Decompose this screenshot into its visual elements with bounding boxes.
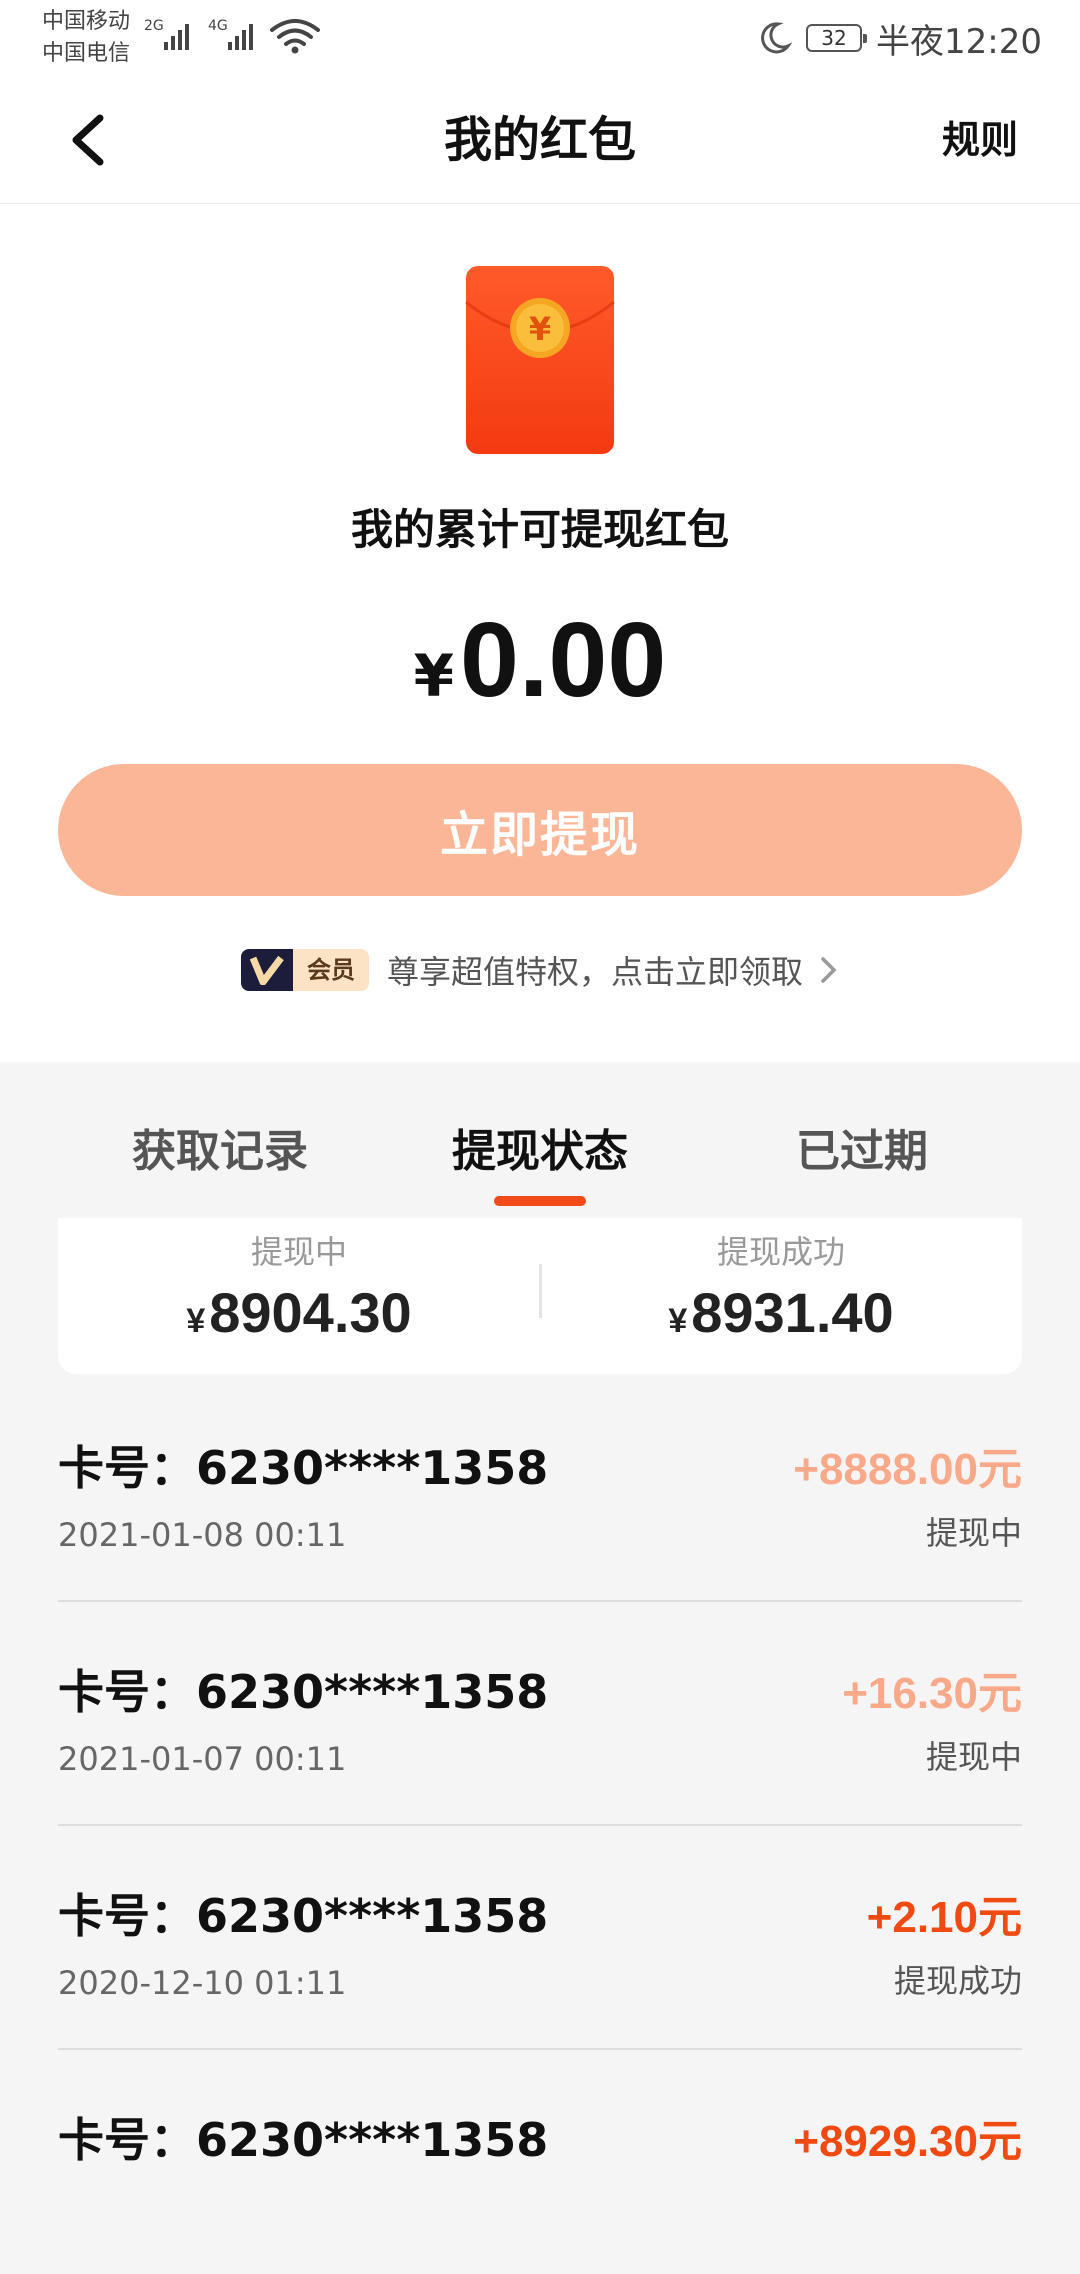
success-value: ¥8931.40 [668,1281,894,1344]
pending-value: ¥8904.30 [186,1281,412,1344]
status-time: 半夜12:20 [876,21,1042,62]
carrier-2: 中国电信 [42,41,131,66]
vip-promo-text: 尊享超值特权，点击立即领取 [386,953,803,991]
network-2g-label: 2G [144,18,164,34]
record-date: 2021-01-07 00:11 [58,1740,347,1778]
rules-link[interactable]: 规则 [942,110,1018,170]
record-card-number: 卡号：6230****1358 [58,2113,549,2167]
signal-icon: 2G 4G [144,18,320,54]
record-amount: +16.30元 [842,1669,1022,1718]
available-balance-label: 我的累计可提现红包 [350,505,729,554]
wifi-icon [270,19,320,46]
withdraw-record-list: 卡号：6230****1358 2021-01-08 00:11 +8888.0… [58,1378,1022,2274]
page-title: 我的红包 [443,112,636,168]
pending-summary: 提现中 ¥8904.30 [58,1218,540,1354]
status-right: 32 半夜12:20 [756,14,1042,62]
status-bar: 中国移动 中国电信 2G 4G 32 半夜12:20 [0,0,1080,76]
red-envelope-icon: ¥ [465,266,615,454]
red-packet-summary: ¥ 我的累计可提现红包 ¥0.00 立即提现 会员 尊享超值特权，点击立即领取 [0,204,1080,1062]
record-status: 提现中 [925,1738,1022,1776]
record-status: 提现中 [925,1514,1022,1552]
pending-label: 提现中 [250,1233,347,1271]
available-balance: ¥0.00 [0,600,1080,751]
record-card-number: 卡号：6230****1358 [58,1665,549,1719]
tab-acquisition-records[interactable]: 获取记录 [60,1122,380,1182]
record-status: 提现成功 [893,1962,1022,2000]
carrier-1: 中国移动 [42,9,131,34]
chevron-right-icon [821,957,837,983]
withdraw-summary-card: 提现中 ¥8904.30 提现成功 ¥8931.40 [58,1218,1022,1374]
record-amount: +2.10元 [866,1893,1022,1942]
network-4g-label: 4G [208,18,228,34]
vip-promo-link[interactable]: 会员 尊享超值特权，点击立即领取 [0,944,1080,996]
tab-expired[interactable]: 已过期 [702,1122,1022,1182]
yen-coin-symbol: ¥ [529,310,551,348]
balance-amount: 0.00 [460,601,667,719]
tab-withdraw-status[interactable]: 提现状态 [380,1122,700,1182]
moon-icon [761,22,793,54]
currency-symbol: ¥ [413,642,455,710]
record-date: 2020-12-10 01:11 [58,1964,347,2002]
record-date: 2021-01-08 00:11 [58,1516,347,1554]
vip-badge: 会员 [240,949,369,991]
success-summary: 提现成功 ¥8931.40 [540,1218,1022,1354]
list-item[interactable]: 卡号：6230****1358 +8929.30元 [58,2050,1022,2274]
record-card-number: 卡号：6230****1358 [58,1889,549,1943]
success-label: 提现成功 [716,1233,845,1271]
battery-icon: 32 [806,24,868,52]
carrier-labels: 中国移动 中国电信 [42,6,130,70]
list-item[interactable]: 卡号：6230****1358 2021-01-07 00:11 +16.30元… [58,1602,1022,1826]
record-amount: +8929.30元 [793,2117,1022,2166]
vip-v-icon [240,949,293,991]
nav-bar: 我的红包 规则 [0,76,1080,204]
record-amount: +8888.00元 [793,1445,1022,1494]
active-tab-indicator [494,1196,586,1206]
record-tabs: 获取记录 提现状态 已过期 [0,1062,1080,1222]
vip-badge-label: 会员 [292,949,369,991]
list-item[interactable]: 卡号：6230****1358 2021-01-08 00:11 +8888.0… [58,1378,1022,1602]
withdraw-now-button[interactable]: 立即提现 [58,764,1022,896]
list-item[interactable]: 卡号：6230****1358 2020-12-10 01:11 +2.10元 … [58,1826,1022,2050]
record-card-number: 卡号：6230****1358 [58,1441,549,1495]
